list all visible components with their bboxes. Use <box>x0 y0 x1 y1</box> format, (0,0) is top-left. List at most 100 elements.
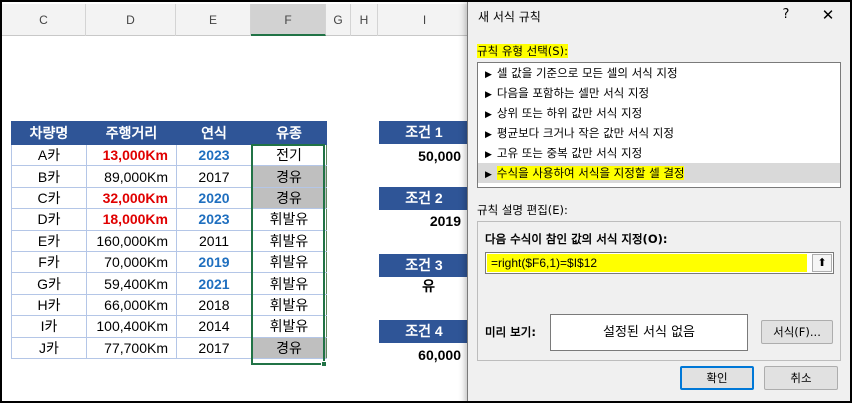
header-fuel[interactable]: 유종 <box>251 121 327 145</box>
column-header-e[interactable]: E <box>176 4 251 36</box>
cell-fuel[interactable]: 휘발유 <box>251 208 327 231</box>
table-row: G카 59,400Km 2021 휘발유 <box>11 272 327 295</box>
cell-car-name[interactable]: C카 <box>11 186 87 210</box>
cell-year[interactable]: 2017 <box>176 336 252 359</box>
cell-car-name[interactable]: A카 <box>11 143 87 167</box>
column-header-h[interactable]: H <box>351 4 378 36</box>
cell-fuel[interactable]: 휘발유 <box>251 293 327 317</box>
header-year[interactable]: 연식 <box>176 121 252 145</box>
condition-1-header[interactable]: 조건 1 <box>379 121 469 144</box>
condition-2-header[interactable]: 조건 2 <box>379 187 469 210</box>
cell-fuel[interactable]: 경유 <box>251 186 327 210</box>
cell-car-name[interactable]: E카 <box>11 229 87 252</box>
triangle-right-icon: ▶ <box>485 170 492 180</box>
cell-car-name[interactable]: F카 <box>11 250 87 274</box>
cell-mileage[interactable]: 100,400Km <box>86 315 177 338</box>
cell-car-name[interactable]: D카 <box>11 208 87 231</box>
preview-label: 미리 보기: <box>485 325 536 339</box>
condition-3-header[interactable]: 조건 3 <box>379 254 469 277</box>
rule-type-label: 규칙 유형 선택(S): <box>477 43 568 59</box>
cell-year[interactable]: 2019 <box>176 250 252 274</box>
column-header-f[interactable]: F <box>251 4 326 36</box>
table-row: F카 70,000Km 2019 휘발유 <box>11 250 327 274</box>
cancel-button[interactable]: 취소 <box>764 366 838 390</box>
cell-fuel[interactable]: 전기 <box>251 143 327 167</box>
table-row: H카 66,000Km 2018 휘발유 <box>11 293 327 317</box>
table-row: I카 100,400Km 2014 휘발유 <box>11 315 327 338</box>
cell-car-name[interactable]: H카 <box>11 293 87 317</box>
rule-type-item[interactable]: ▶ 고유 또는 중복 값만 서식 지정 <box>478 143 840 163</box>
cell-mileage[interactable]: 70,000Km <box>86 250 177 274</box>
cell-year[interactable]: 2021 <box>176 272 252 295</box>
rule-type-list[interactable]: ▶ 셀 값을 기준으로 모든 셀의 서식 지정 ▶ 다음을 포함하는 셀만 서식 지… <box>477 62 841 188</box>
cell-mileage[interactable]: 13,000Km <box>86 143 177 167</box>
table-row: J카 77,700Km 2017 경유 <box>11 336 327 359</box>
table-header-row: 차량명 주행거리 연식 유종 <box>11 121 327 145</box>
cell-fuel[interactable]: 경유 <box>251 336 327 359</box>
triangle-right-icon: ▶ <box>485 150 492 160</box>
cell-fuel[interactable]: 경유 <box>251 165 327 188</box>
car-table: 차량명 주행거리 연식 유종 A카 13,000Km 2023 전기 B카 89… <box>11 121 327 359</box>
rule-type-item[interactable]: ▶ 셀 값을 기준으로 모든 셀의 서식 지정 <box>478 63 840 83</box>
cell-mileage[interactable]: 66,000Km <box>86 293 177 317</box>
condition-2-value[interactable]: 2019 <box>379 210 461 232</box>
cell-mileage[interactable]: 18,000Km <box>86 208 177 231</box>
rule-type-item[interactable]: ▶ 평균보다 크거나 작은 값만 서식 지정 <box>478 123 840 143</box>
cell-year[interactable]: 2023 <box>176 208 252 231</box>
condition-4-header[interactable]: 조건 4 <box>379 320 469 343</box>
rule-type-item-label: 수식을 사용하여 서식을 지정할 셀 결정 <box>496 166 685 180</box>
rule-type-label-text: 규칙 유형 선택(S): <box>477 44 568 58</box>
close-icon[interactable]: ✕ <box>815 4 841 26</box>
fill-handle[interactable] <box>321 361 327 367</box>
help-icon[interactable]: ? <box>775 4 797 26</box>
cell-fuel[interactable]: 휘발유 <box>251 315 327 338</box>
rule-type-item[interactable]: ▶ 상위 또는 하위 값만 서식 지정 <box>478 103 840 123</box>
cell-mileage[interactable]: 160,000Km <box>86 229 177 252</box>
cell-year[interactable]: 2023 <box>176 143 252 167</box>
dialog-title: 새 서식 규칙 <box>478 10 541 24</box>
cell-fuel[interactable]: 휘발유 <box>251 250 327 274</box>
formula-input[interactable]: =right($F6,1)=$I$12 ⬆ <box>485 252 834 274</box>
cell-mileage[interactable]: 59,400Km <box>86 272 177 295</box>
cell-year[interactable]: 2014 <box>176 315 252 338</box>
column-header-i[interactable]: I <box>378 4 472 36</box>
condition-4-value[interactable]: 60,000 <box>379 344 461 366</box>
cell-fuel[interactable]: 휘발유 <box>251 272 327 295</box>
table-row: C카 32,000Km 2020 경유 <box>11 186 327 210</box>
header-mileage[interactable]: 주행거리 <box>86 121 177 145</box>
rule-type-item[interactable]: ▶ 다음을 포함하는 셀만 서식 지정 <box>478 83 840 103</box>
triangle-right-icon: ▶ <box>485 90 492 100</box>
condition-1-value[interactable]: 50,000 <box>379 145 461 167</box>
table-row: A카 13,000Km 2023 전기 <box>11 143 327 167</box>
cell-year[interactable]: 2018 <box>176 293 252 317</box>
column-header-c[interactable]: C <box>2 4 86 36</box>
table-row: D카 18,000Km 2023 휘발유 <box>11 208 327 231</box>
rule-type-item-selected[interactable]: ▶ 수식을 사용하여 서식을 지정할 셀 결정 <box>478 163 840 183</box>
formula-label: 다음 수식이 참인 값의 서식 지정(O): <box>485 232 668 246</box>
column-header-d[interactable]: D <box>86 4 176 36</box>
format-button[interactable]: 서식(F)... <box>761 320 833 344</box>
cell-car-name[interactable]: B카 <box>11 165 87 188</box>
rule-type-item-label: 평균보다 크거나 작은 값만 서식 지정 <box>496 126 674 140</box>
triangle-right-icon: ▶ <box>485 110 492 120</box>
cell-year[interactable]: 2011 <box>176 229 252 252</box>
header-car-name[interactable]: 차량명 <box>11 121 87 145</box>
rule-type-item-label: 셀 값을 기준으로 모든 셀의 서식 지정 <box>496 66 678 80</box>
cell-car-name[interactable]: I카 <box>11 315 87 338</box>
cell-fuel[interactable]: 휘발유 <box>251 229 327 252</box>
cell-mileage[interactable]: 77,700Km <box>86 336 177 359</box>
cell-car-name[interactable]: G카 <box>11 272 87 295</box>
cell-car-name[interactable]: J카 <box>11 336 87 359</box>
cell-mileage[interactable]: 32,000Km <box>86 186 177 210</box>
table-row: E카 160,000Km 2011 휘발유 <box>11 229 327 252</box>
table-row: B카 89,000Km 2017 경유 <box>11 165 327 188</box>
column-header-g[interactable]: G <box>326 4 351 36</box>
ok-button[interactable]: 확인 <box>680 366 754 390</box>
condition-3-value[interactable]: 유 <box>379 275 435 297</box>
cell-year[interactable]: 2020 <box>176 186 252 210</box>
cell-year[interactable]: 2017 <box>176 165 252 188</box>
formula-value[interactable]: =right($F6,1)=$I$12 <box>487 254 807 272</box>
cell-mileage[interactable]: 89,000Km <box>86 165 177 188</box>
triangle-right-icon: ▶ <box>485 130 492 140</box>
collapse-dialog-icon[interactable]: ⬆ <box>812 254 832 272</box>
